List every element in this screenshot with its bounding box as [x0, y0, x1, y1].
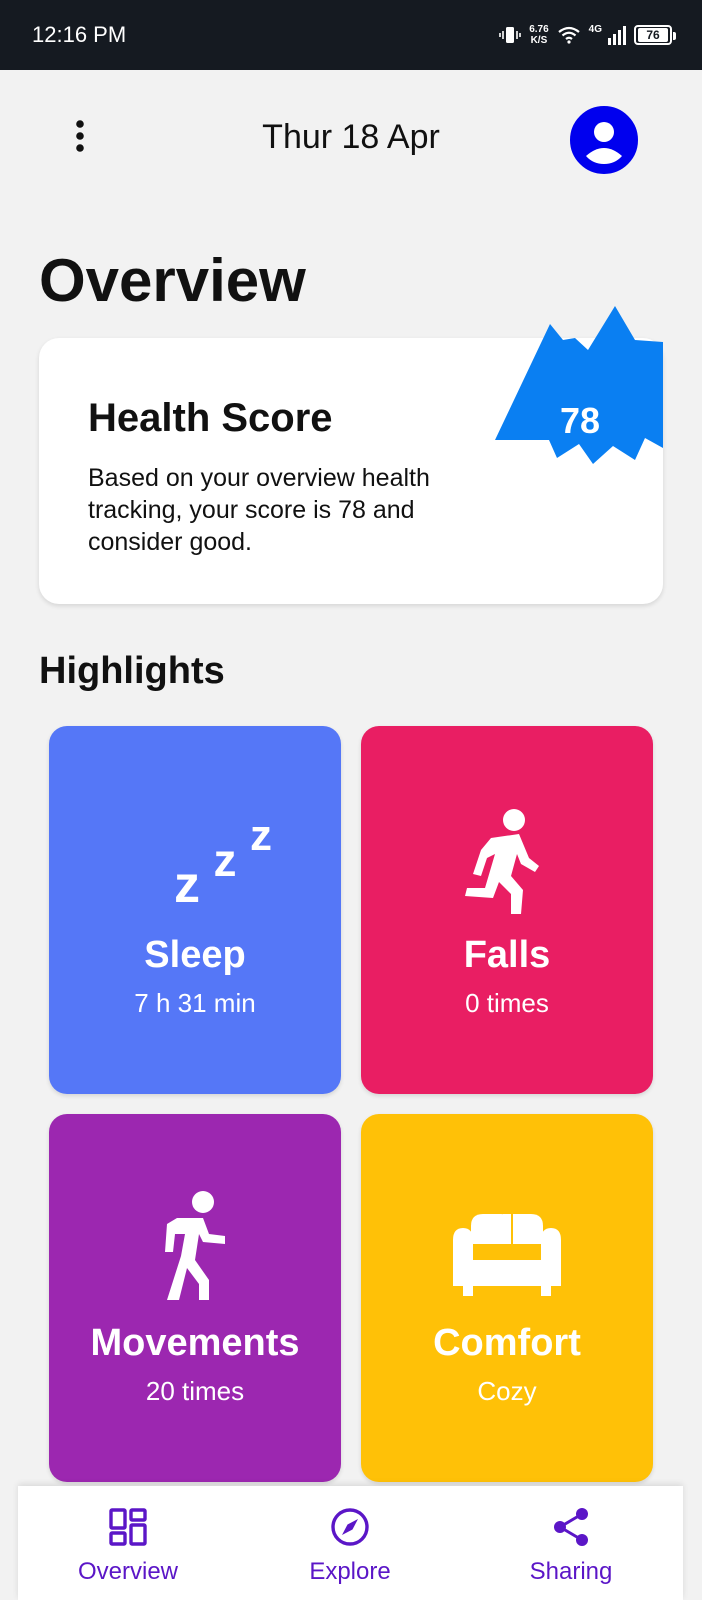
- health-score-title: Health Score: [88, 396, 333, 440]
- signal-icon: [608, 26, 626, 45]
- speed-value: 6.76: [529, 24, 549, 35]
- sleep-title: Sleep: [144, 934, 246, 976]
- status-icons: 6.76 K/S 4G 76: [499, 18, 676, 52]
- sofa-icon: [453, 1214, 561, 1296]
- network-speed: 6.76 K/S: [529, 24, 548, 46]
- sleep-tile[interactable]: z z z Sleep 7 h 31 min: [49, 726, 341, 1094]
- sleep-value: 7 h 31 min: [134, 988, 256, 1018]
- comfort-tile[interactable]: Comfort Cozy: [361, 1114, 653, 1482]
- comfort-title: Comfort: [433, 1322, 581, 1364]
- comfort-value: Cozy: [477, 1376, 537, 1406]
- highlights-title: Highlights: [39, 650, 225, 692]
- nav-explore-label: Explore: [309, 1558, 391, 1585]
- svg-text:z: z: [250, 811, 272, 860]
- share-icon: [554, 1508, 588, 1546]
- status-time: 12:16 PM: [32, 22, 127, 47]
- movements-tile[interactable]: Movements 20 times: [49, 1114, 341, 1482]
- nav-sharing-label: Sharing: [529, 1558, 613, 1585]
- nav-overview[interactable]: Overview: [18, 1486, 238, 1600]
- battery-level: 76: [638, 28, 668, 42]
- page-title: Overview: [39, 247, 306, 314]
- battery-icon: 76: [634, 25, 676, 45]
- movements-value: 20 times: [145, 1376, 245, 1406]
- dashboard-icon: [109, 1508, 147, 1546]
- health-score-description: Based on your overview health tracking, …: [88, 464, 430, 556]
- status-bar: 12:16 PM 6.76 K/S 4G 76: [0, 0, 702, 70]
- svg-text:z: z: [174, 856, 200, 914]
- compass-icon: [331, 1508, 369, 1546]
- bottom-navigation: Overview Explore Sharing: [18, 1486, 683, 1600]
- nav-explore[interactable]: Explore: [240, 1486, 460, 1600]
- falls-title: Falls: [463, 934, 551, 976]
- falls-tile[interactable]: Falls 0 times: [361, 726, 653, 1094]
- score-badge-shape: [495, 306, 663, 464]
- nav-overview-label: Overview: [77, 1558, 179, 1585]
- falls-value: 0 times: [465, 988, 549, 1018]
- nav-sharing[interactable]: Sharing: [461, 1486, 681, 1600]
- vibrate-icon: [499, 27, 521, 43]
- account-circle-icon[interactable]: [570, 106, 638, 174]
- running-person-icon: [465, 809, 539, 914]
- walking-person-icon: [165, 1191, 225, 1300]
- network-type: 4G: [588, 23, 602, 35]
- speed-unit: K/S: [530, 35, 548, 46]
- health-score-value: 78: [559, 400, 601, 441]
- wifi-icon: [557, 26, 580, 44]
- movements-title: Movements: [90, 1322, 300, 1364]
- zzz-sleep-icon: z z z: [174, 811, 272, 914]
- svg-text:z: z: [214, 834, 237, 886]
